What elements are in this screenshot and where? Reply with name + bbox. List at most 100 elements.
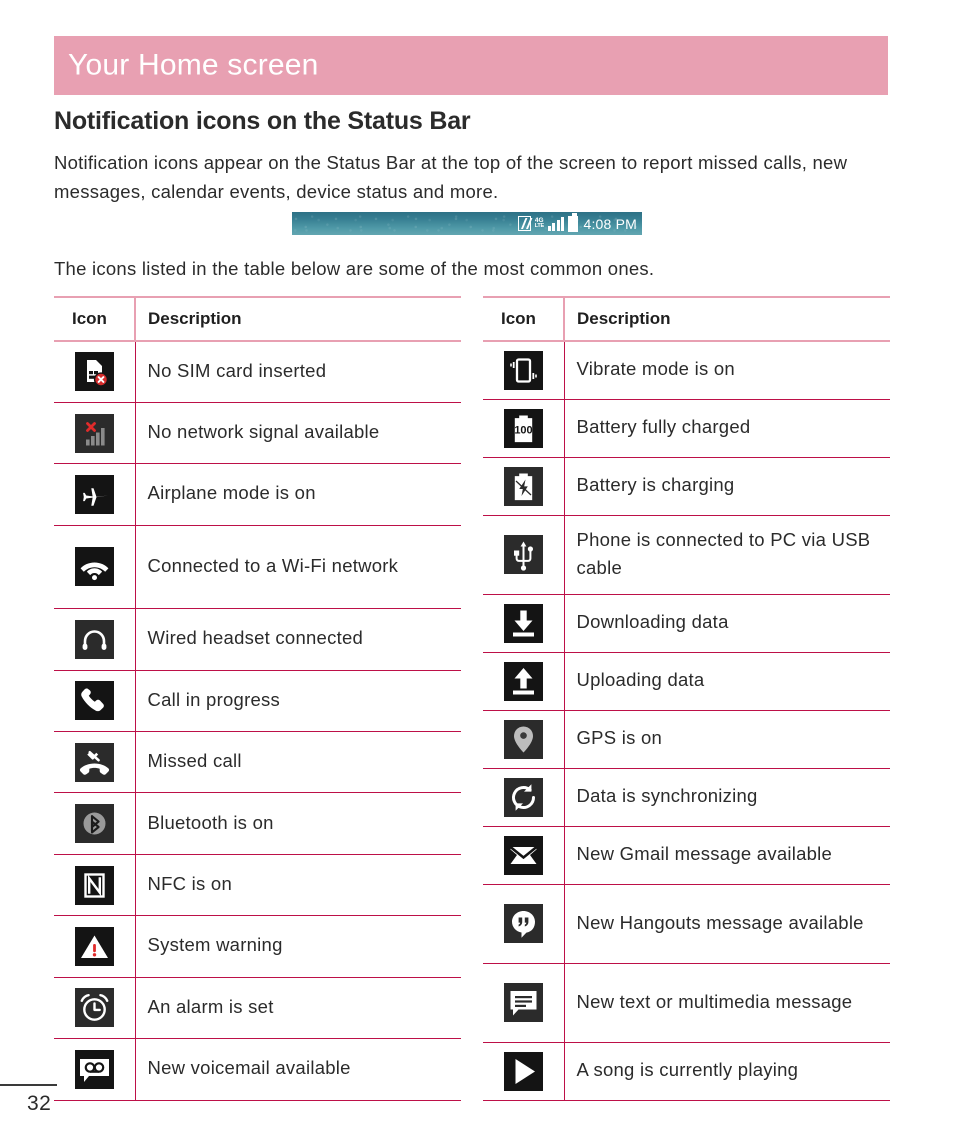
icon-description: New Gmail message available bbox=[563, 826, 890, 885]
icon-description: GPS is on bbox=[563, 710, 890, 769]
alarm-clock-icon bbox=[74, 988, 114, 1028]
battery-full-icon: 100 bbox=[503, 408, 543, 448]
no-signal-icon bbox=[74, 413, 114, 453]
icon-description: New Hangouts message available bbox=[563, 884, 890, 964]
icon-description: Downloading data bbox=[563, 594, 890, 653]
icon-cell bbox=[54, 1038, 135, 1101]
icon-cell bbox=[483, 594, 564, 653]
table-row: No network signal available bbox=[54, 402, 461, 465]
chapter-header-band: Your Home screen bbox=[54, 36, 888, 95]
chapter-title: Your Home screen bbox=[68, 47, 319, 81]
table-row: No SIM card inserted bbox=[54, 341, 461, 403]
icon-cell bbox=[483, 826, 564, 885]
column-header-icon: Icon bbox=[483, 296, 564, 342]
wifi-connected-icon bbox=[74, 547, 114, 587]
icon-description: Vibrate mode is on bbox=[563, 341, 890, 400]
table-row: System warning bbox=[54, 915, 461, 978]
icon-description: Call in progress bbox=[134, 670, 461, 733]
icon-description: A song is currently playing bbox=[563, 1042, 890, 1101]
column-header-description: Description bbox=[563, 296, 890, 342]
4g-lte-icon: 4G LTE bbox=[534, 217, 545, 230]
music-playing-icon bbox=[503, 1051, 543, 1091]
table-row: New text or multimedia message bbox=[483, 963, 890, 1043]
table-row: GPS is on bbox=[483, 710, 890, 769]
nfc-icon bbox=[74, 865, 114, 905]
icon-cell bbox=[54, 341, 135, 403]
footer-divider bbox=[0, 1084, 57, 1086]
no-sim-card-icon bbox=[74, 352, 114, 392]
wired-headset-icon bbox=[74, 619, 114, 659]
icon-cell bbox=[483, 1042, 564, 1101]
icon-description: No network signal available bbox=[134, 402, 461, 465]
icon-cell bbox=[483, 515, 564, 595]
left-table-body: No SIM card inserted No network signal av… bbox=[54, 341, 461, 1101]
icon-cell bbox=[54, 731, 135, 794]
icon-cell bbox=[483, 710, 564, 769]
gmail-icon bbox=[503, 835, 543, 875]
icon-cell bbox=[54, 463, 135, 526]
table-row: New voicemail available bbox=[54, 1038, 461, 1101]
airplane-mode-icon bbox=[74, 474, 114, 514]
icon-description: Bluetooth is on bbox=[134, 792, 461, 855]
icon-cell bbox=[483, 963, 564, 1043]
table-row: Data is synchronizing bbox=[483, 768, 890, 827]
icon-description: Data is synchronizing bbox=[563, 768, 890, 827]
left-icon-table: Icon Description No SIM card inserted No … bbox=[54, 296, 461, 1101]
battery-full-icon bbox=[568, 213, 579, 232]
icon-description: Uploading data bbox=[563, 652, 890, 711]
section-heading: Notification icons on the Status Bar bbox=[54, 107, 471, 135]
status-bar-indicators: 4G LTE 4:08 PM bbox=[517, 212, 637, 235]
icon-cell bbox=[54, 608, 135, 671]
icon-description: Wired headset connected bbox=[134, 608, 461, 671]
battery-charging-icon bbox=[503, 466, 543, 506]
icon-cell bbox=[483, 457, 564, 516]
table-row: Vibrate mode is on bbox=[483, 341, 890, 400]
table-row: 100 Battery fully charged bbox=[483, 399, 890, 458]
table-row: Call in progress bbox=[54, 670, 461, 733]
icon-cell bbox=[54, 792, 135, 855]
bluetooth-icon bbox=[74, 804, 114, 844]
table-row: New Hangouts message available bbox=[483, 884, 890, 964]
table-header-row: Icon Description bbox=[54, 296, 461, 342]
vibrate-mode-icon bbox=[503, 350, 543, 390]
sms-message-icon bbox=[503, 983, 543, 1022]
table-row: Battery is charging bbox=[483, 457, 890, 516]
icon-description: New text or multimedia message bbox=[563, 963, 890, 1043]
icon-tables-container: Icon Description No SIM card inserted No … bbox=[54, 296, 890, 1101]
icon-description: Battery is charging bbox=[563, 457, 890, 516]
icon-cell bbox=[54, 402, 135, 465]
page-number: 32 bbox=[27, 1092, 52, 1115]
system-warning-icon bbox=[74, 926, 114, 966]
icon-description: Connected to a Wi-Fi network bbox=[134, 525, 461, 610]
icon-cell: 100 bbox=[483, 399, 564, 458]
icon-cell bbox=[54, 854, 135, 917]
status-bar-clock: 4:08 PM bbox=[583, 215, 637, 232]
voicemail-icon bbox=[74, 1049, 114, 1089]
lte-bottom-label: LTE bbox=[534, 223, 545, 229]
right-icon-table: Icon Description Vibrate mode is on 100 Ba… bbox=[483, 296, 890, 1101]
right-table-body: Vibrate mode is on 100 Battery fully charg… bbox=[483, 341, 890, 1101]
icon-description: Battery fully charged bbox=[563, 399, 890, 458]
icon-description: System warning bbox=[134, 915, 461, 978]
icon-cell bbox=[54, 977, 135, 1040]
icon-description: Airplane mode is on bbox=[134, 463, 461, 526]
icon-description: Missed call bbox=[134, 731, 461, 794]
column-header-icon: Icon bbox=[54, 296, 135, 342]
download-icon bbox=[503, 603, 543, 643]
intro-paragraph: Notification icons appear on the Status … bbox=[54, 152, 848, 202]
table-row: NFC is on bbox=[54, 854, 461, 917]
table-row: Airplane mode is on bbox=[54, 463, 461, 526]
table-header-row: Icon Description bbox=[483, 296, 890, 342]
call-in-progress-icon bbox=[74, 681, 114, 721]
icon-description: New voicemail available bbox=[134, 1038, 461, 1101]
icon-description: Phone is connected to PC via USB cable bbox=[563, 515, 890, 595]
icon-cell bbox=[54, 670, 135, 733]
nfc-icon bbox=[517, 216, 531, 231]
icon-description: An alarm is set bbox=[134, 977, 461, 1040]
table-row: New Gmail message available bbox=[483, 826, 890, 885]
manual-page: Your Home screen Notification icons on t… bbox=[0, 0, 954, 1145]
table-row: Wired headset connected bbox=[54, 608, 461, 671]
gps-pin-icon bbox=[503, 719, 543, 759]
sync-icon bbox=[503, 777, 543, 817]
status-bar-figure: 4G LTE 4:08 PM bbox=[292, 212, 642, 235]
